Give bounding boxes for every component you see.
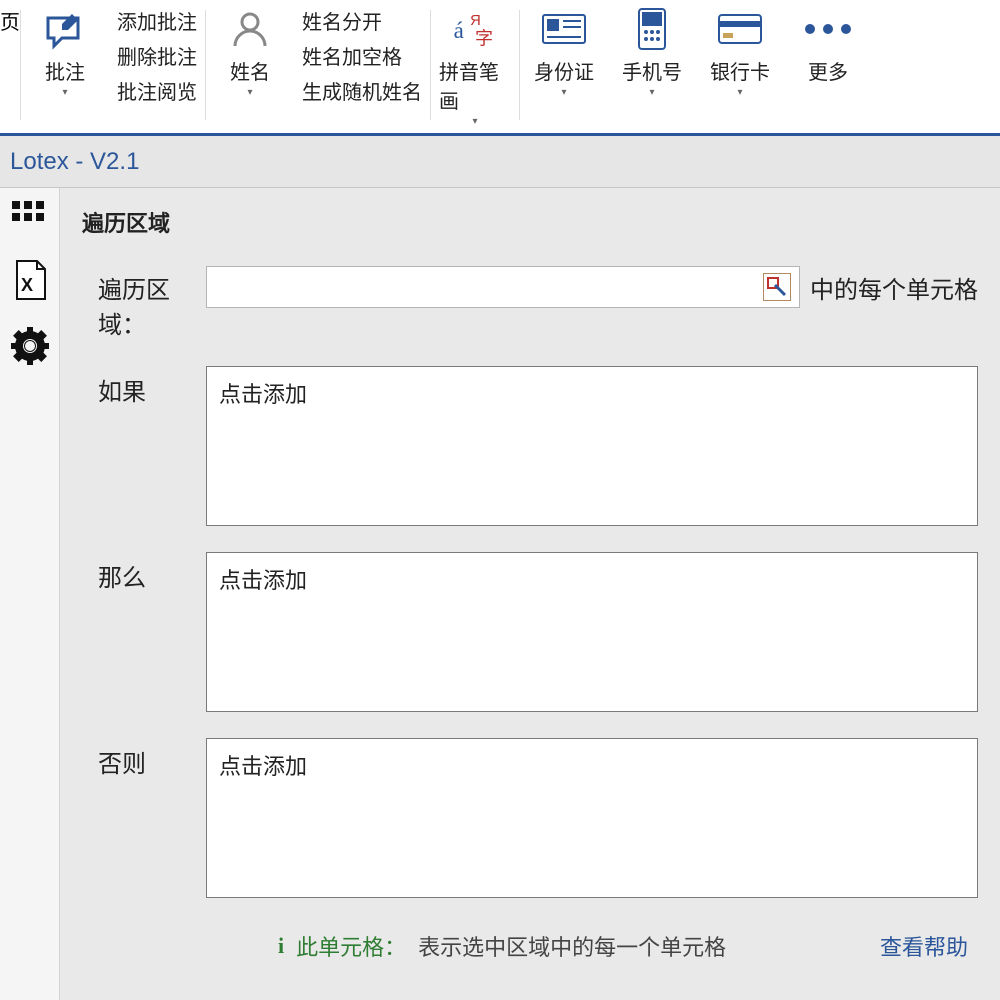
phone-button[interactable]: 手机号 ▾	[608, 0, 696, 133]
else-label: 否则	[98, 738, 206, 779]
ribbon-toolbar: 页 批注 ▾ 添加批注 删除批注 批注阅览 姓名 ▾ 姓名分开 姓名加空格 生成…	[0, 0, 1000, 136]
info-icon: i	[278, 933, 284, 959]
review-annotation[interactable]: 批注阅览	[117, 80, 197, 107]
else-textbox[interactable]: 点击添加	[206, 738, 978, 898]
name-split[interactable]: 姓名分开	[302, 10, 422, 37]
partial-prev-group: 页	[0, 0, 20, 35]
svg-text:Я: Я	[470, 13, 481, 29]
then-label: 那么	[98, 552, 206, 593]
name-submenu: 姓名分开 姓名加空格 生成随机姓名	[294, 0, 430, 133]
sidebar: X	[0, 188, 60, 1000]
region-label: 遍历区域：	[98, 266, 206, 340]
phone-icon	[629, 6, 675, 52]
region-suffix-text: 中的每个单元格	[810, 270, 978, 305]
if-textbox[interactable]: 点击添加	[206, 366, 978, 526]
bankcard-button[interactable]: 银行卡 ▾	[696, 0, 784, 133]
name-button[interactable]: 姓名 ▾	[206, 0, 294, 133]
hint-label: 此单元格：	[296, 930, 406, 962]
content-panel: 遍历区域 遍历区域： 中的每个单元格 如果 点击添加	[60, 188, 1000, 1000]
idcard-button[interactable]: 身份证 ▾	[520, 0, 608, 133]
dropdown-arrow-icon: ▾	[649, 87, 654, 98]
dropdown-arrow-icon: ▾	[737, 87, 742, 98]
pinyin-button[interactable]: áЯ字 拼音笔画 ▾	[431, 0, 519, 133]
person-icon	[227, 6, 273, 52]
name-space[interactable]: 姓名加空格	[302, 45, 422, 72]
region-input[interactable]	[206, 266, 800, 308]
svg-text:á: á	[454, 18, 464, 43]
sidebar-settings-button[interactable]	[10, 326, 50, 366]
more-icon	[805, 6, 851, 52]
more-button[interactable]: 更多	[784, 0, 872, 133]
idcard-icon	[541, 6, 587, 52]
annotate-submenu: 添加批注 删除批注 批注阅览	[109, 0, 205, 133]
dropdown-arrow-icon: ▾	[561, 87, 566, 98]
name-random[interactable]: 生成随机姓名	[302, 80, 422, 107]
svg-text:X: X	[21, 275, 33, 295]
main-body: X 遍历区域 遍历区域： 中的每个单元格	[0, 188, 1000, 1000]
range-picker-icon[interactable]	[763, 273, 791, 301]
annotate-button[interactable]: 批注 ▾	[21, 0, 109, 133]
delete-annotation[interactable]: 删除批注	[117, 45, 197, 72]
if-label: 如果	[98, 366, 206, 407]
svg-text:字: 字	[475, 29, 493, 49]
sidebar-grid-button[interactable]	[10, 194, 50, 234]
dropdown-arrow-icon: ▾	[62, 87, 67, 98]
dropdown-arrow-icon: ▾	[472, 116, 477, 127]
section-header: 遍历区域	[60, 188, 1000, 266]
footer-hint: i 此单元格： 表示选中区域中的每一个单元格 查看帮助	[98, 924, 978, 962]
add-annotation[interactable]: 添加批注	[117, 10, 197, 37]
help-link[interactable]: 查看帮助	[880, 930, 978, 962]
annotate-icon	[42, 6, 88, 52]
hint-text: 表示选中区域中的每一个单元格	[418, 930, 726, 962]
dropdown-arrow-icon: ▾	[247, 87, 252, 98]
then-textbox[interactable]: 点击添加	[206, 552, 978, 712]
sidebar-excel-button[interactable]: X	[10, 260, 50, 300]
window-title: Lotex - V2.1	[0, 136, 1000, 188]
pinyin-icon: áЯ字	[452, 6, 498, 52]
bankcard-icon	[717, 6, 763, 52]
